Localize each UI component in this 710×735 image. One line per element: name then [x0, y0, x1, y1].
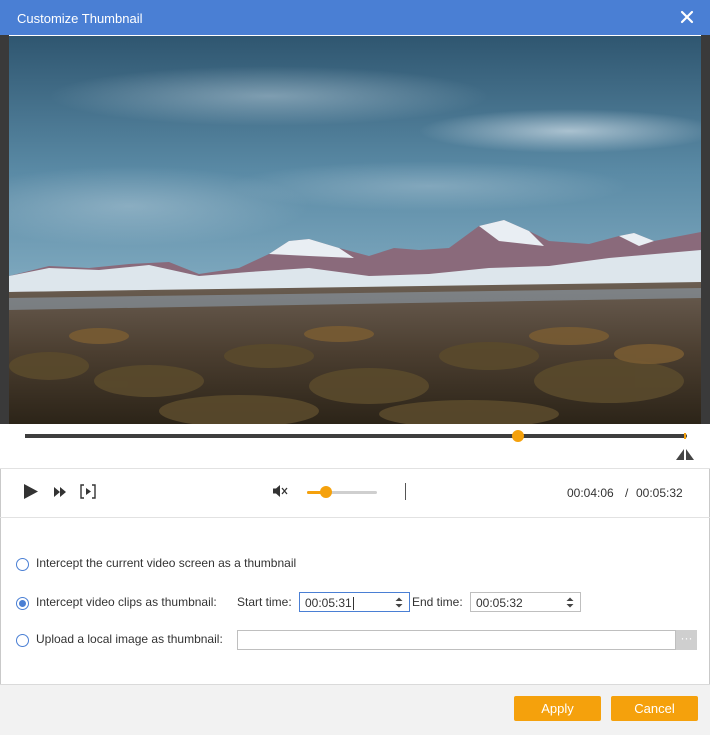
option-video-clips-label: Intercept video clips as thumbnail: [36, 595, 217, 609]
total-time: 00:05:32 [636, 486, 683, 500]
option-local-image-label: Upload a local image as thumbnail: [36, 632, 223, 646]
end-time-value: 00:05:32 [476, 596, 523, 610]
divider [0, 517, 710, 518]
cancel-button[interactable]: Cancel [611, 696, 698, 721]
radio-video-clips[interactable] [16, 597, 29, 610]
progress-fill [25, 434, 518, 438]
radio-current-screen[interactable] [16, 558, 29, 571]
start-time-value: 00:05:31 [305, 596, 354, 611]
current-time: 00:04:06 [567, 486, 614, 500]
progress-track[interactable] [25, 434, 687, 438]
controls-divider [405, 483, 406, 500]
timeline-area [0, 424, 710, 468]
progress-end-marker [684, 433, 686, 439]
option-current-screen[interactable]: Intercept the current video screen as a … [16, 556, 336, 574]
browse-button[interactable]: ··· [676, 630, 697, 650]
end-time-stepper[interactable]: 00:05:32 [470, 592, 581, 612]
video-frame-image [9, 36, 701, 424]
split-icon[interactable] [675, 447, 695, 461]
play-icon[interactable] [23, 483, 39, 500]
volume-handle[interactable] [319, 486, 332, 498]
video-preview [9, 36, 701, 424]
close-icon[interactable] [678, 8, 696, 26]
option-local-image[interactable]: Upload a local image as thumbnail: [16, 632, 236, 650]
time-separator: / [625, 486, 629, 500]
start-time-label: Start time: [237, 595, 292, 609]
speaker-muted-icon[interactable] [272, 484, 289, 498]
fast-forward-icon[interactable] [53, 486, 67, 498]
window-title: Customize Thumbnail [17, 11, 143, 26]
stepper-arrows-icon[interactable] [566, 596, 574, 609]
video-right-edge [701, 35, 710, 425]
stepper-arrows-icon[interactable] [395, 596, 403, 609]
progress-handle[interactable] [511, 430, 524, 442]
video-left-edge [0, 35, 9, 425]
title-bar: Customize Thumbnail [0, 0, 710, 35]
apply-button[interactable]: Apply [514, 696, 601, 721]
option-current-screen-label: Intercept the current video screen as a … [36, 556, 297, 570]
start-time-stepper[interactable]: 00:05:31 [299, 592, 410, 612]
option-video-clips[interactable]: Intercept video clips as thumbnail: [16, 595, 236, 613]
dialog-footer [0, 684, 710, 735]
image-path-input[interactable] [237, 630, 676, 650]
end-time-label: End time: [412, 595, 463, 609]
radio-local-image[interactable] [16, 634, 29, 647]
clip-icon[interactable] [80, 484, 96, 499]
volume-track[interactable] [307, 491, 377, 494]
